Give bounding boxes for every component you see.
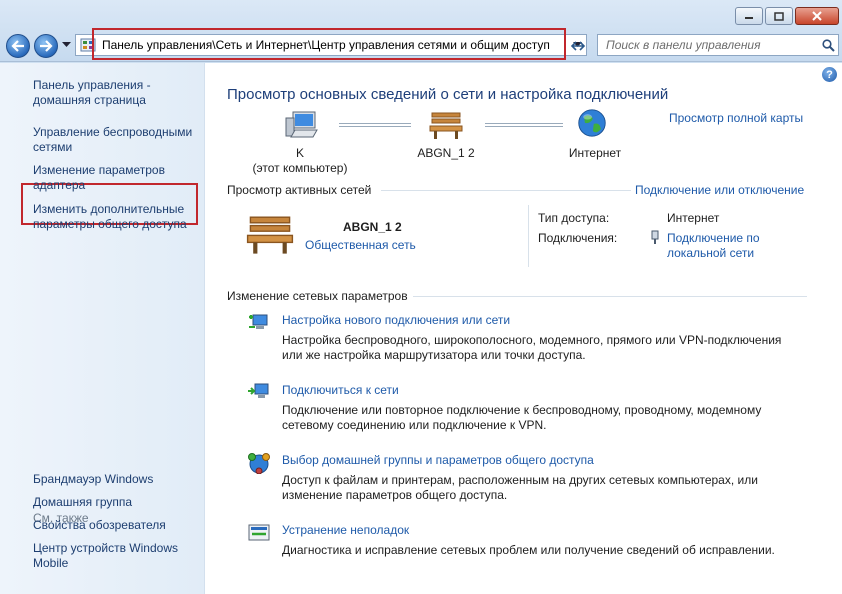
connect-network-icon xyxy=(248,383,269,398)
manage-wireless-networks-link[interactable]: Управление беспроводными сетями xyxy=(33,125,198,155)
setup-new-connection-desc: Настройка беспроводного, широкополосного… xyxy=(282,333,782,362)
forward-arrow-icon xyxy=(40,40,53,52)
public-network-bench-icon xyxy=(246,216,294,254)
address-bar[interactable]: Панель управления\Сеть и Интернет\Центр … xyxy=(75,34,587,56)
change-adapter-settings-link[interactable]: Изменение параметров адаптера xyxy=(33,163,183,193)
control-panel-home-link[interactable]: Панель управления - домашняя страница xyxy=(33,78,183,108)
change-settings-title: Изменение сетевых параметров xyxy=(227,289,408,303)
control-panel-icon xyxy=(80,38,96,52)
computer-subtitle: (этот компьютер) xyxy=(252,161,348,175)
back-arrow-icon xyxy=(11,40,24,52)
task-pane: Панель управления - домашняя страница Уп… xyxy=(0,63,205,594)
troubleshoot-icon xyxy=(248,524,270,541)
vertical-divider xyxy=(528,205,529,267)
internet-options-link[interactable]: Свойства обозревателя xyxy=(33,518,166,533)
connect-disconnect-link[interactable]: Подключение или отключение xyxy=(635,183,804,197)
bench-icon[interactable] xyxy=(429,110,463,140)
connections-label: Подключения: xyxy=(538,231,618,245)
back-button[interactable] xyxy=(6,34,30,58)
refresh-icon[interactable] xyxy=(568,37,588,55)
minimize-button[interactable] xyxy=(735,7,763,25)
access-type-label: Тип доступа: xyxy=(538,211,610,225)
local-area-connection-link[interactable]: Подключение по локальной сети xyxy=(667,231,777,261)
title-bar: Панель управления\Сеть и Интернет\Центр … xyxy=(0,0,842,62)
computer-icon[interactable] xyxy=(285,110,319,140)
main-content: ? Просмотр основных сведений о сети и на… xyxy=(205,63,842,594)
homegroup-sharing-desc: Доступ к файлам и принтерам, расположенн… xyxy=(282,473,758,502)
internet-globe-icon[interactable] xyxy=(575,108,609,138)
troubleshoot-desc: Диагностика и исправление сетевых пробле… xyxy=(282,543,775,557)
forward-button[interactable] xyxy=(34,34,58,58)
internet-label: Интернет xyxy=(568,146,622,160)
search-icon[interactable] xyxy=(818,35,838,55)
network-type-link[interactable]: Общественная сеть xyxy=(305,238,416,252)
windows-mobile-device-center-link[interactable]: Центр устройств Windows Mobile xyxy=(33,541,188,571)
window-controls xyxy=(735,7,839,25)
search-input[interactable] xyxy=(598,38,818,52)
windows-firewall-link[interactable]: Брандмауэр Windows xyxy=(33,472,153,487)
troubleshoot-link[interactable]: Устранение неполадок xyxy=(282,523,409,537)
homegroup-link[interactable]: Домашняя группа xyxy=(33,495,132,510)
page-title: Просмотр основных сведений о сети и наст… xyxy=(227,86,669,103)
connect-to-network-desc: Подключение или повторное подключение к … xyxy=(282,403,762,432)
history-dropdown-icon[interactable] xyxy=(62,42,71,48)
homegroup-sharing-link[interactable]: Выбор домашней группы и параметров общег… xyxy=(282,453,594,467)
view-full-map-link[interactable]: Просмотр полной карты xyxy=(669,111,803,125)
active-networks-title: Просмотр активных сетей xyxy=(227,183,372,197)
close-button[interactable] xyxy=(795,7,839,25)
help-icon[interactable]: ? xyxy=(822,67,837,82)
address-path[interactable]: Панель управления\Сеть и Интернет\Центр … xyxy=(96,38,568,52)
computer-name: K xyxy=(295,146,304,160)
new-connection-icon xyxy=(249,314,268,329)
setup-new-connection-link[interactable]: Настройка нового подключения или сети xyxy=(282,313,510,327)
map-network-name: ABGN_1 2 xyxy=(417,146,475,160)
section-divider xyxy=(413,296,807,297)
section-divider xyxy=(381,190,631,191)
homegroup-icon xyxy=(248,453,270,474)
ethernet-plug-icon xyxy=(651,230,659,244)
advanced-sharing-settings-link[interactable]: Изменить дополнительные параметры общего… xyxy=(33,202,193,232)
active-network-name: ABGN_1 2 xyxy=(343,220,402,234)
connect-to-network-link[interactable]: Подключиться к сети xyxy=(282,383,399,397)
connection-line xyxy=(485,123,563,127)
search-box[interactable] xyxy=(597,34,839,56)
connection-line xyxy=(339,123,411,127)
access-type-value: Интернет xyxy=(667,211,720,225)
maximize-button[interactable] xyxy=(765,7,793,25)
